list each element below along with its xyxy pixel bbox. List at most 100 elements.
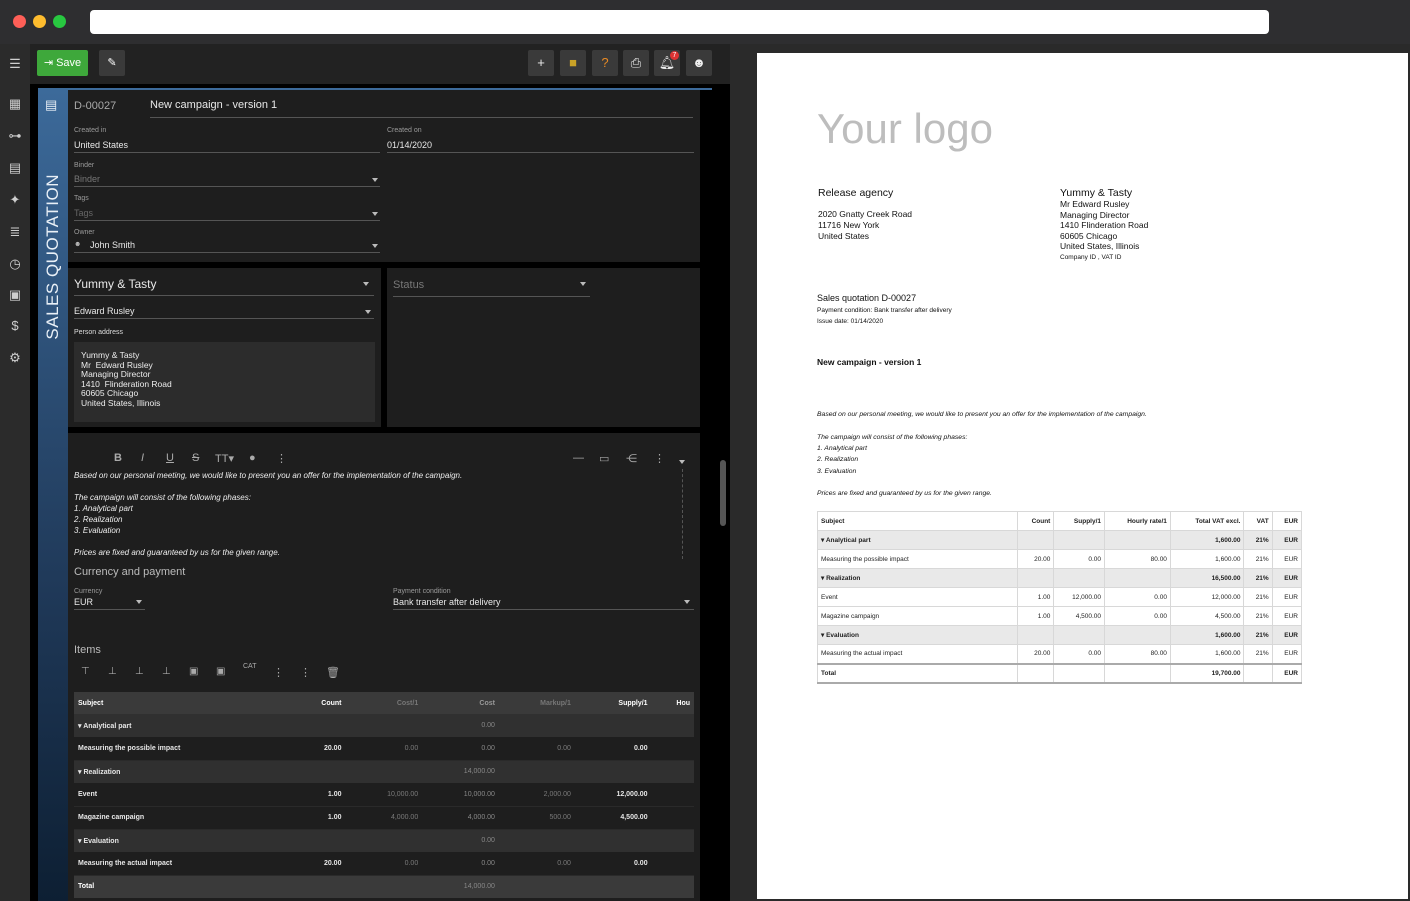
items-cell[interactable]: Measuring the actual impact [74, 852, 291, 876]
tags-select[interactable]: Tags [74, 208, 93, 218]
notifications-button[interactable]: 🔔︎ 7 [654, 50, 680, 76]
items-cell[interactable]: 0.00 [422, 714, 499, 737]
items-cell[interactable]: 0.00 [574, 737, 652, 761]
bold-icon[interactable]: B [114, 452, 122, 464]
items-column-header[interactable]: Count [290, 692, 346, 714]
rocket-icon[interactable]: ✦ [7, 192, 23, 208]
items-cell[interactable] [345, 829, 423, 852]
items-cell[interactable]: 10,000.00 [422, 783, 499, 807]
dollar-icon[interactable]: $ [7, 318, 23, 334]
status-dropdown-icon[interactable] [580, 282, 586, 286]
items-group-row[interactable]: ▾ Analytical part 0.00 [74, 714, 694, 737]
person-dropdown-icon[interactable] [365, 310, 371, 314]
items-table-row[interactable]: Magazine campaign 1.00 4,000.00 4,000.00 500… [74, 806, 694, 830]
items-cell[interactable]: 4,500.00 [574, 806, 652, 830]
items-cell[interactable] [651, 714, 694, 737]
created-in-field[interactable]: United States [74, 140, 128, 150]
items-cell[interactable] [574, 714, 652, 737]
items-cell[interactable] [290, 829, 346, 852]
items-cell[interactable] [651, 852, 694, 876]
items-cell[interactable] [651, 806, 694, 830]
underline-icon[interactable]: U [166, 452, 174, 464]
items-cell[interactable]: ▾ Analytical part [74, 714, 291, 737]
user-avatar[interactable]: ☻ [686, 50, 712, 76]
tags-dropdown-icon[interactable] [372, 212, 378, 216]
items-cell[interactable]: 0.00 [422, 829, 499, 852]
editor-content[interactable]: Based on our personal meeting, we would … [74, 471, 654, 561]
items-cell[interactable] [290, 875, 346, 898]
items-cell[interactable]: 0.00 [345, 737, 423, 761]
items-cell[interactable]: Event [74, 783, 291, 807]
color-drop-icon[interactable]: ● [249, 452, 256, 464]
items-cell[interactable]: ▾ Realization [74, 760, 291, 783]
items-cell[interactable]: 0.00 [345, 852, 423, 876]
payment-condition-dropdown-icon[interactable] [684, 600, 690, 604]
items-cell[interactable] [651, 875, 694, 898]
items-cell[interactable] [574, 829, 652, 852]
minimize-window-button[interactable] [33, 15, 46, 28]
items-cell[interactable]: 2,000.00 [498, 783, 575, 807]
image-icon[interactable]: ▭ [599, 452, 609, 465]
items-cell[interactable] [345, 760, 423, 783]
items-table-row[interactable]: Event 1.00 10,000.00 10,000.00 2,000.00 12,00… [74, 783, 694, 807]
currency-dropdown-icon[interactable] [136, 600, 142, 604]
items-column-header[interactable]: Cost/1 [345, 692, 423, 714]
items-cell[interactable]: 4,000.00 [422, 806, 499, 830]
strikethrough-icon[interactable]: S [192, 452, 199, 464]
items-cell[interactable]: 0.00 [422, 737, 499, 761]
share-icon[interactable]: ⋲ [626, 452, 637, 465]
items-cell[interactable] [345, 714, 423, 737]
insert-item-icon[interactable]: ▣ [189, 666, 198, 677]
items-table-row[interactable]: Measuring the possible impact 20.00 0.00 0.… [74, 737, 694, 761]
items-cell[interactable] [498, 714, 575, 737]
items-column-header[interactable]: Supply/1 [574, 692, 652, 714]
add-five-rows-icon[interactable]: ⊥ [135, 666, 144, 677]
items-cell[interactable]: 0.00 [498, 737, 575, 761]
items-cell[interactable]: 10,000.00 [345, 783, 423, 807]
items-group-row[interactable]: ▾ Realization 14,000.00 [74, 760, 694, 783]
address-bar[interactable] [90, 10, 1269, 34]
binder-dropdown-icon[interactable] [372, 178, 378, 182]
more-options-icon[interactable]: ⋮ [654, 452, 665, 465]
items-cell[interactable] [651, 760, 694, 783]
italic-icon[interactable]: I [141, 452, 144, 464]
items-column-header[interactable]: Subject [74, 692, 291, 714]
items-cell[interactable] [290, 714, 346, 737]
row-options-icon[interactable]: ⋮ [300, 666, 311, 679]
company-dropdown-icon[interactable] [363, 282, 369, 286]
currency-select[interactable]: EUR [74, 597, 93, 607]
person-address-box[interactable]: Yummy & Tasty Mr Edward Rusley Managing … [74, 342, 375, 422]
items-cell[interactable]: 4,000.00 [345, 806, 423, 830]
items-cell[interactable]: 500.00 [498, 806, 575, 830]
document-icon[interactable]: ▤ [7, 160, 23, 176]
items-cell[interactable] [574, 760, 652, 783]
horizontal-rule-icon[interactable]: — [573, 452, 584, 464]
print-button[interactable]: ⎙ [623, 50, 649, 76]
items-cell[interactable]: 12,000.00 [574, 783, 652, 807]
list-icon[interactable]: ≣ [7, 224, 23, 240]
document-title-input[interactable]: New campaign - version 1 [150, 99, 277, 111]
tools-button[interactable]: ✎ [99, 50, 125, 76]
items-cell[interactable]: 1.00 [290, 783, 346, 807]
items-cell[interactable]: 20.00 [290, 737, 346, 761]
maximize-window-button[interactable] [53, 15, 66, 28]
contacts-icon[interactable]: ▣ [7, 287, 23, 303]
items-cell[interactable]: ▾ Evaluation [74, 829, 291, 852]
items-table-row[interactable]: Measuring the actual impact 20.00 0.00 0.00… [74, 852, 694, 876]
items-cell[interactable]: Total [74, 875, 291, 898]
items-cell[interactable] [574, 875, 652, 898]
text-size-icon[interactable]: TT▾ [215, 452, 234, 465]
items-cell[interactable]: 0.00 [422, 852, 499, 876]
items-cell[interactable] [290, 760, 346, 783]
delete-icon[interactable]: 🗑︎ [326, 666, 340, 679]
items-group-row[interactable]: ▾ Evaluation 0.00 [74, 829, 694, 852]
add-row-above-icon[interactable]: ⊤ [81, 666, 90, 677]
note-button[interactable]: ■ [560, 50, 586, 76]
items-cell[interactable]: 14,000.00 [422, 760, 499, 783]
move-item-icon[interactable]: ▣ [216, 666, 225, 677]
catalog-icon[interactable]: CAT [243, 663, 256, 670]
items-column-header[interactable]: Cost [422, 692, 499, 714]
created-on-field[interactable]: 01/14/2020 [387, 140, 432, 150]
workflow-icon[interactable]: ⊶ [7, 128, 23, 144]
items-cell[interactable] [498, 829, 575, 852]
